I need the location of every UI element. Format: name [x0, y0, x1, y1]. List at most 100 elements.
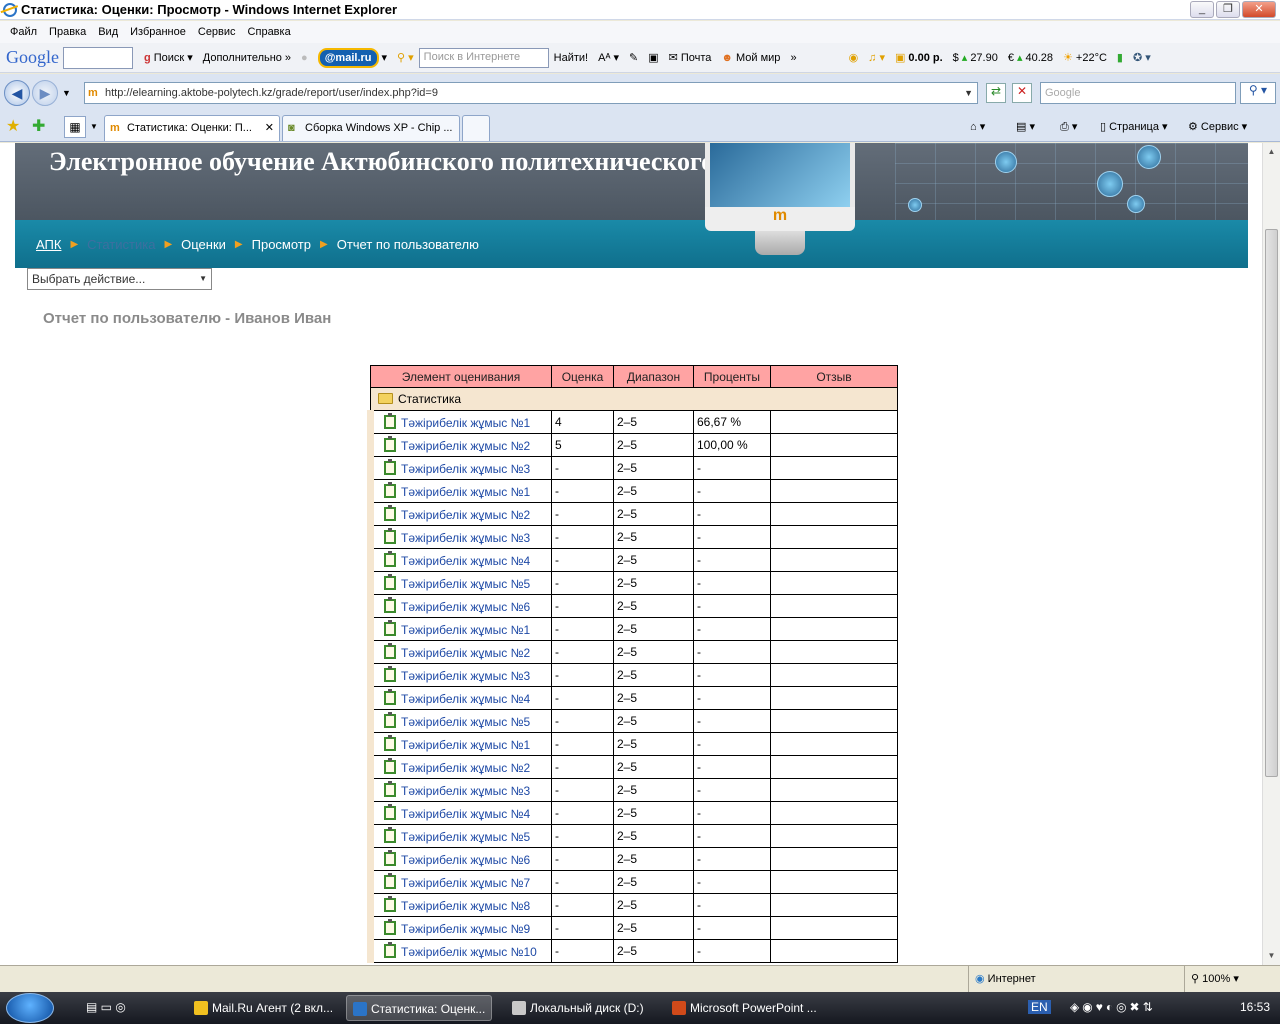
grade-item-link[interactable]: Тәжірибелік жұмыс №8 — [367, 893, 552, 917]
highlight-icon[interactable]: ✎ — [629, 51, 638, 64]
quicklaunch-icons[interactable]: ▤ ▭ ◎ — [86, 1000, 126, 1014]
vertical-scrollbar[interactable]: ▲ ▼ — [1262, 143, 1280, 965]
feeds-icon[interactable]: ▤ ▾ — [1016, 120, 1035, 133]
feedback-cell — [770, 801, 898, 825]
grade-item-link[interactable]: Тәжірибелік жұмыс №3 — [367, 456, 552, 480]
tab-list-icon[interactable]: ▼ — [90, 122, 98, 131]
close-window-button[interactable]: ✕ — [1242, 1, 1276, 18]
menu-tools[interactable]: Сервис — [198, 26, 236, 38]
page-menu[interactable]: ▯ Страница ▾ — [1100, 120, 1168, 133]
close-tab-icon[interactable]: ✕ — [265, 116, 274, 140]
quick-tabs-icon[interactable]: ▦ — [64, 116, 86, 138]
minimize-button[interactable]: _ — [1190, 1, 1214, 18]
taskbar-button[interactable]: Локальный диск (D:) — [506, 995, 654, 1021]
grade-item-link[interactable]: Тәжірибелік жұмыс №1 — [367, 479, 552, 503]
stop-button[interactable]: ✕ — [1012, 83, 1032, 103]
window-titlebar[interactable]: Статистика: Оценки: Просмотр - Windows I… — [0, 0, 1280, 20]
find-button[interactable]: Найти! — [554, 52, 588, 64]
zoom-control[interactable]: ⚲ 100% ▾ — [1184, 966, 1239, 993]
music-icon[interactable]: ♫ ▾ — [868, 51, 885, 64]
taskbar-button[interactable]: Статистика: Оценк... — [346, 995, 492, 1021]
google-search-button[interactable]: g Поиск ▾ — [144, 51, 193, 65]
screenshot-icon[interactable]: ▣ — [648, 51, 658, 64]
grade-item-link[interactable]: Тәжірибелік жұмыс №2 — [367, 755, 552, 779]
grade-item-link[interactable]: Тәжірибелік жұмыс №4 — [367, 801, 552, 825]
eur-rate[interactable]: € ▴ 40.28 — [1008, 51, 1053, 65]
grade-item-link[interactable]: Тәжірибелік жұмыс №10 — [367, 939, 552, 963]
google-logo[interactable]: Google — [6, 47, 59, 68]
grade-item-link[interactable]: Тәжірибелік жұмыс №6 — [367, 594, 552, 618]
grade-item-link[interactable]: Тәжірибелік жұмыс №9 — [367, 916, 552, 940]
taskbar-button[interactable]: Mail.Ru Агент (2 вкл... — [188, 995, 336, 1021]
breadcrumb-view[interactable]: Просмотр — [252, 237, 311, 252]
new-tab-button[interactable] — [462, 115, 490, 141]
tab-windows-xp[interactable]: ◙ Сборка Windows XP - Chip ... — [282, 115, 460, 141]
balance-widget[interactable]: ▣ 0.00 р. — [895, 51, 943, 65]
breadcrumb-grades[interactable]: Оценки — [181, 237, 226, 252]
taskbar-button[interactable]: Microsoft PowerPoint ... — [666, 995, 816, 1021]
traffic-icon[interactable]: ▮ — [1117, 51, 1123, 64]
favorites-star-icon[interactable]: ★ — [6, 116, 20, 136]
language-indicator[interactable]: EN — [1028, 1000, 1051, 1014]
menu-view[interactable]: Вид — [98, 26, 118, 38]
weather-widget[interactable]: ☀ +22°C — [1063, 51, 1107, 65]
home-icon[interactable]: ⌂ ▾ — [970, 120, 985, 133]
breadcrumb-statistics[interactable]: Статистика — [87, 237, 155, 252]
usd-rate[interactable]: $ ▴ 27.90 — [953, 51, 998, 65]
grade-item-link[interactable]: Тәжірибелік жұмыс №6 — [367, 847, 552, 871]
google-search-input[interactable] — [63, 46, 133, 69]
live-search-input[interactable]: Google — [1040, 82, 1236, 104]
grade-item-link[interactable]: Тәжірибелік жұмыс №2 — [367, 433, 552, 457]
mail-button[interactable]: ✉ Почта — [669, 51, 712, 65]
grade-item-link[interactable]: Тәжірибелік жұмыс №2 — [367, 640, 552, 664]
grade-item-link[interactable]: Тәжірибелік жұмыс №5 — [367, 824, 552, 848]
search-options-icon[interactable]: ⚲ ▾ — [397, 51, 414, 64]
address-dropdown-icon[interactable]: ▼ — [964, 83, 973, 103]
tools-menu[interactable]: ⚙ Сервис ▾ — [1188, 120, 1247, 133]
menu-file[interactable]: Файл — [10, 26, 37, 38]
history-dropdown-icon[interactable]: ▼ — [62, 88, 71, 98]
agent-icon[interactable]: ◉ — [849, 51, 859, 64]
tray-icons[interactable]: ◈◉♥◐◎✖⇅ — [1070, 1000, 1156, 1014]
clock[interactable]: 16:53 — [1240, 1000, 1270, 1014]
grade-item-link[interactable]: Тәжірибелік жұмыс №4 — [367, 686, 552, 710]
more-button[interactable]: Дополнительно » — [203, 52, 291, 64]
grade-item-link[interactable]: Тәжірибелік жұмыс №1 — [367, 617, 552, 641]
moon-icon[interactable]: ● — [301, 52, 308, 64]
breadcrumb-apk[interactable]: АПК — [36, 237, 61, 252]
myworld-button[interactable]: ☻ Мой мир — [721, 52, 780, 64]
start-button[interactable] — [6, 993, 54, 1023]
grade-item-link[interactable]: Тәжірибелік жұмыс №1 — [367, 410, 552, 434]
mailru-logo[interactable]: @mail.ru ▾ — [317, 47, 387, 68]
grade-item-link[interactable]: Тәжірибелік жұмыс №5 — [367, 571, 552, 595]
add-favorite-icon[interactable]: ✚ — [32, 116, 45, 136]
internet-search-input[interactable]: Поиск в Интернете — [418, 47, 549, 68]
tab-statistics[interactable]: m Статистика: Оценки: П... ✕ — [104, 115, 280, 141]
search-icon[interactable]: ⚲ ▾ — [1240, 82, 1276, 104]
grade-item-link[interactable]: Тәжірибелік жұмыс №2 — [367, 502, 552, 526]
grade-item-link[interactable]: Тәжірибелік жұмыс №3 — [367, 778, 552, 802]
grade-item-link[interactable]: Тәжірибелік жұмыс №3 — [367, 663, 552, 687]
scroll-down-icon[interactable]: ▼ — [1265, 949, 1278, 962]
forward-button[interactable]: ▶ — [32, 80, 58, 106]
action-select[interactable]: Выбрать действие... ▼ — [27, 268, 212, 290]
grade-item-link[interactable]: Тәжірибелік жұмыс №7 — [367, 870, 552, 894]
menu-help[interactable]: Справка — [248, 26, 291, 38]
address-input[interactable]: m http://elearning.aktobe-polytech.kz/gr… — [84, 82, 978, 104]
grade-item-link[interactable]: Тәжірибелік жұмыс №5 — [367, 709, 552, 733]
security-zone[interactable]: ◉ Интернет — [968, 966, 1036, 993]
scroll-up-icon[interactable]: ▲ — [1265, 145, 1278, 158]
scroll-thumb[interactable] — [1265, 229, 1278, 777]
refresh-button[interactable]: ⇄ — [986, 83, 1006, 103]
options-icon[interactable]: ✪ ▾ — [1133, 51, 1151, 64]
grade-item-link[interactable]: Тәжірибелік жұмыс №4 — [367, 548, 552, 572]
print-icon[interactable]: ⎙ ▾ — [1060, 120, 1077, 134]
font-size-icon[interactable]: Aᴬ ▾ — [598, 51, 619, 64]
maximize-button[interactable]: ❐ — [1216, 1, 1240, 18]
grade-item-link[interactable]: Тәжірибелік жұмыс №3 — [367, 525, 552, 549]
menu-favorites[interactable]: Избранное — [130, 26, 186, 38]
grade-item-link[interactable]: Тәжірибелік жұмыс №1 — [367, 732, 552, 756]
back-button[interactable]: ◀ — [4, 80, 30, 106]
toolbar-more-chevron-icon[interactable]: » — [790, 52, 796, 64]
menu-edit[interactable]: Правка — [49, 26, 86, 38]
